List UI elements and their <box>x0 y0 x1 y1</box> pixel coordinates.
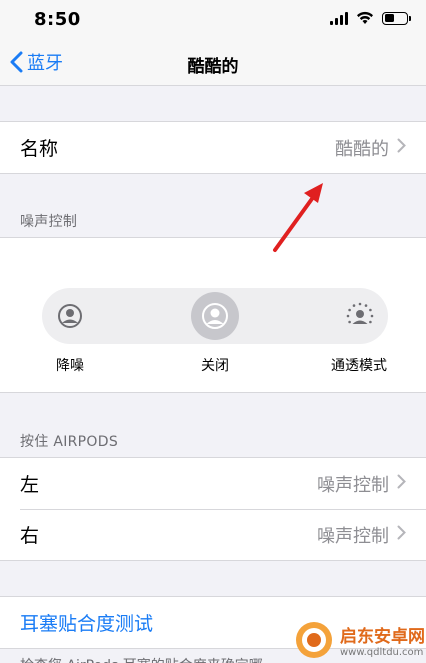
left-label: 左 <box>20 474 40 496</box>
page-title: 酷酷的 <box>187 57 239 77</box>
watermark-url: www.qdltdu.com <box>340 646 424 658</box>
noise-off-label: 关闭 <box>201 358 229 374</box>
name-value: 酷酷的 <box>335 138 389 160</box>
noise-cancel-icon <box>46 292 94 340</box>
watermark-logo-icon <box>296 621 332 658</box>
chevron-right-icon <box>397 138 406 157</box>
transparency-option[interactable] <box>332 288 388 344</box>
press-hold-group: 左 噪声控制 右 噪声控制 <box>0 457 426 561</box>
left-value: 噪声控制 <box>317 474 389 496</box>
name-label: 名称 <box>20 138 59 160</box>
transparency-label: 通透模式 <box>331 358 387 374</box>
name-group: 名称 酷酷的 <box>0 121 426 174</box>
press-hold-header: 按住 AIRPODS <box>20 434 119 450</box>
noise-mode-segmented-control <box>42 288 388 344</box>
cellular-signal-icon <box>330 11 348 25</box>
right-label: 右 <box>20 525 40 547</box>
right-value: 噪声控制 <box>317 525 389 547</box>
status-icons <box>330 11 411 25</box>
battery-icon <box>382 11 411 25</box>
status-time: 8:50 <box>34 9 81 30</box>
footer-description: 检查您 AirPods 耳塞的贴合度来确定哪 <box>20 655 263 663</box>
ear-tip-fit-test-label: 耳塞贴合度测试 <box>20 613 154 635</box>
watermark: 启东安卓网 www.qdltdu.com <box>294 616 426 663</box>
chevron-right-icon <box>397 525 406 544</box>
noise-control-panel: 降噪 关闭 通透模式 <box>0 237 426 393</box>
noise-off-option[interactable] <box>187 288 243 344</box>
status-bar: 8:50 <box>0 0 426 40</box>
left-airpod-row[interactable]: 左 噪声控制 <box>0 458 426 509</box>
transparency-icon <box>336 292 384 340</box>
name-row[interactable]: 名称 酷酷的 <box>0 122 426 173</box>
right-airpod-row[interactable]: 右 噪声控制 <box>0 509 426 560</box>
noise-cancel-label: 降噪 <box>56 358 84 374</box>
chevron-right-icon <box>397 474 406 493</box>
noise-control-header: 噪声控制 <box>20 214 78 230</box>
navigation-bar: 蓝牙 酷酷的 <box>0 40 426 86</box>
person-icon <box>191 292 239 340</box>
noise-cancel-option[interactable] <box>42 288 98 344</box>
watermark-title: 启东安卓网 <box>340 626 425 647</box>
wifi-icon <box>357 11 373 24</box>
